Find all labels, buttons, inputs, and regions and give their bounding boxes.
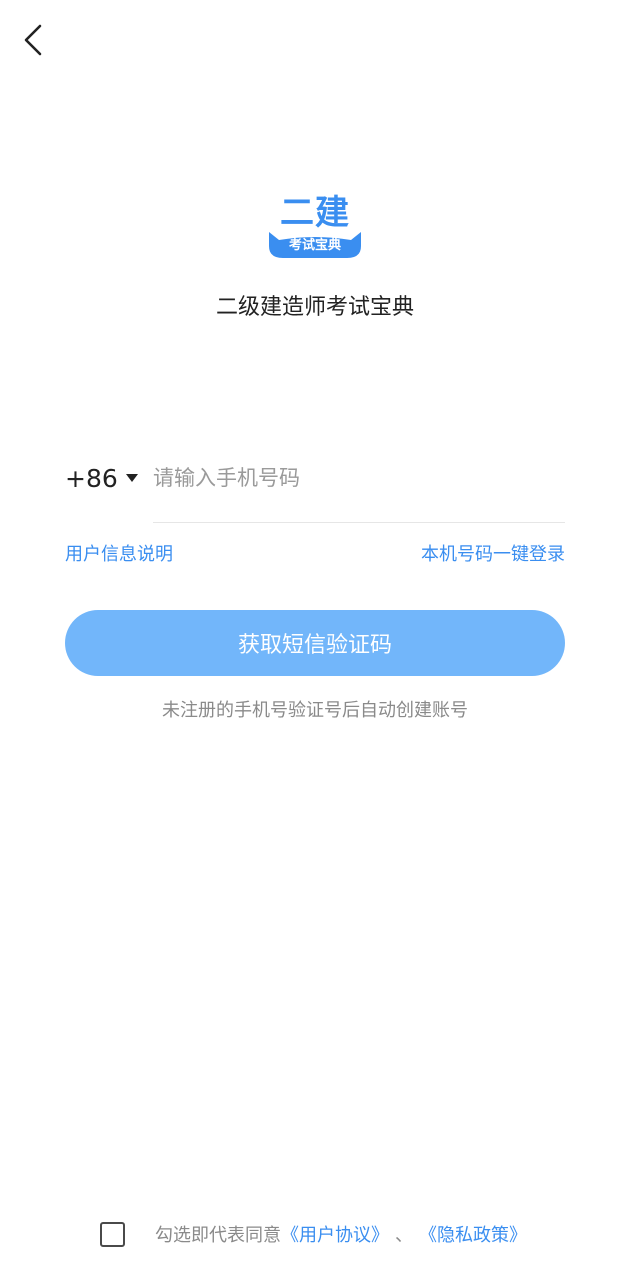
- agreement-prefix: 勾选即代表同意: [155, 1225, 281, 1246]
- user-agreement-link[interactable]: 《用户协议》: [281, 1221, 389, 1247]
- one-click-login-link[interactable]: 本机号码一键登录: [421, 542, 565, 568]
- privacy-policy-link[interactable]: 《隐私政策》: [419, 1221, 527, 1247]
- get-sms-code-button[interactable]: 获取短信验证码: [65, 610, 565, 676]
- agreement-checkbox[interactable]: [100, 1221, 125, 1247]
- agreement-row: 勾选即代表同意 《用户协议》 、 《隐私政策》: [100, 1218, 527, 1250]
- input-underline: [153, 522, 565, 523]
- auto-register-hint: 未注册的手机号验证号后自动创建账号: [162, 700, 468, 721]
- user-info-link[interactable]: 用户信息说明: [65, 542, 173, 568]
- caret-down-icon: [125, 474, 138, 482]
- logo-main-text: 二建: [280, 193, 350, 233]
- agreement-separator: 、: [395, 1225, 413, 1246]
- chevron-left-icon: [24, 24, 42, 56]
- app-logo: 二建 考试宝典: [265, 192, 365, 268]
- country-code-label: +86: [65, 463, 118, 493]
- app-name: 二级建造师考试宝典: [215, 295, 414, 320]
- logo-sub-text: 考试宝典: [288, 238, 341, 253]
- country-code-selector[interactable]: +86: [65, 460, 138, 496]
- phone-number-input[interactable]: [153, 456, 563, 500]
- back-button[interactable]: [14, 20, 54, 60]
